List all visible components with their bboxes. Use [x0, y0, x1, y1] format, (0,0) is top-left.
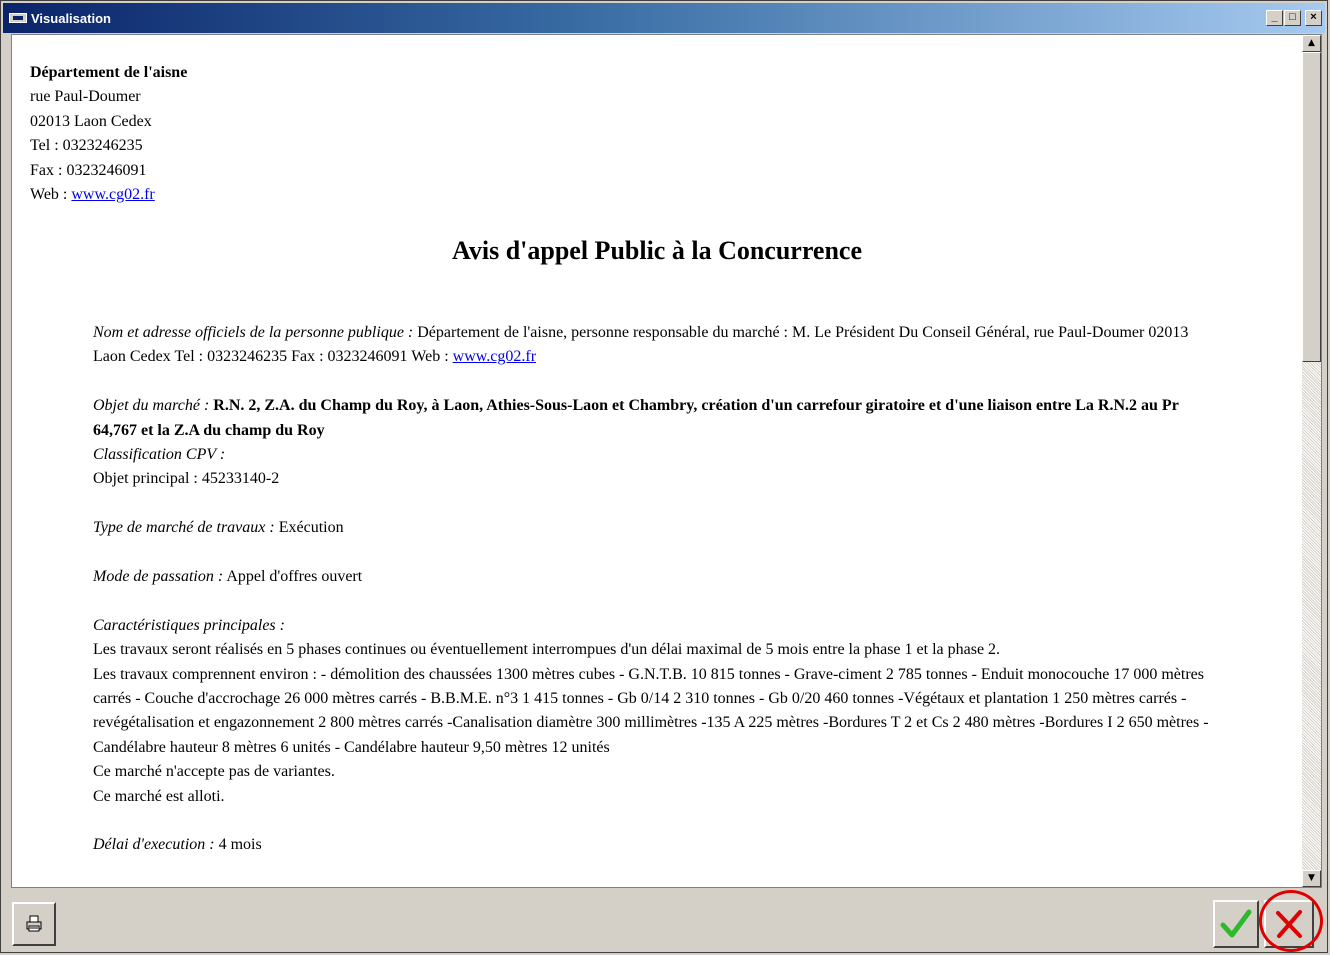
address-fax: Fax : 0323246091	[30, 161, 147, 179]
section-type-value: Exécution	[274, 519, 344, 537]
address-tel: Tel : 0323246235	[30, 137, 143, 155]
window-controls: _ □ ×	[1266, 10, 1322, 26]
address-web: Web : www.cg02.fr	[30, 183, 187, 207]
visualisation-window: Visualisation _ □ × Département de l'ais…	[0, 0, 1328, 953]
section-nom: Nom et adresse officiels de la personne …	[93, 321, 1218, 370]
address-web-label: Web :	[30, 186, 72, 204]
address-org: Département de l'aisne	[30, 64, 188, 81]
close-window-button[interactable]: ×	[1305, 10, 1322, 26]
print-button[interactable]	[12, 902, 56, 946]
cancel-x-icon	[1276, 910, 1302, 938]
document-body: Nom et adresse officiels de la personne …	[93, 321, 1218, 882]
section-caract-label: Caractéristiques principales :	[93, 616, 285, 634]
section-mode-label: Mode de passation :	[93, 568, 224, 586]
section-delai-value: 4 mois	[214, 836, 262, 854]
caract-line2: Les travaux comprennent environ : - démo…	[93, 665, 1209, 756]
vertical-scrollbar[interactable]: ▲ ▼	[1302, 35, 1321, 887]
section-objet: Objet du marché : R.N. 2, Z.A. du Champ …	[93, 394, 1218, 492]
cancel-button[interactable]	[1264, 900, 1314, 948]
printer-icon	[26, 915, 42, 932]
section-nom-link[interactable]: www.cg02.fr	[453, 348, 536, 365]
document-viewer[interactable]: Département de l'aisne rue Paul-Doumer 0…	[11, 34, 1322, 888]
document-content: Département de l'aisne rue Paul-Doumer 0…	[12, 35, 1302, 887]
scrollbar-thumb[interactable]	[1302, 52, 1321, 362]
window-title: Visualisation	[31, 10, 111, 26]
ok-button[interactable]	[1213, 900, 1259, 948]
section-delai: Délai d'execution : 4 mois	[93, 833, 1218, 857]
section-type-label: Type de marché de travaux :	[93, 519, 275, 537]
checkmark-icon	[1220, 909, 1252, 938]
title-bar[interactable]: Visualisation _ □ ×	[3, 3, 1325, 33]
minimize-button[interactable]: _	[1266, 10, 1283, 26]
caract-line1: Les travaux seront réalisés en 5 phases …	[93, 641, 1001, 659]
maximize-button[interactable]: □	[1284, 10, 1301, 26]
section-mode: Mode de passation : Appel d'offres ouver…	[93, 565, 1218, 589]
section-objet-label: Objet du marché :	[93, 397, 210, 415]
caract-line4: Ce marché est alloti.	[93, 787, 225, 805]
window-app-icon	[9, 13, 27, 23]
section-type: Type de marché de travaux : Exécution	[93, 516, 1218, 540]
address-web-link[interactable]: www.cg02.fr	[71, 186, 154, 203]
section-delai-label: Délai d'execution :	[93, 836, 215, 854]
document-title: Avis d'appel Public à la Concurrence	[452, 236, 862, 265]
section-caracteristiques: Caractéristiques principales : Les travau…	[93, 614, 1218, 809]
cpv-label: Classification CPV :	[93, 446, 226, 464]
sender-address: Département de l'aisne rue Paul-Doumer 0…	[30, 61, 187, 207]
cpv-value: Objet principal : 45233140-2	[93, 470, 280, 488]
address-city: 02013 Laon Cedex	[30, 112, 152, 130]
section-nom-label: Nom et adresse officiels de la personne …	[93, 324, 414, 341]
section-objet-text: R.N. 2, Z.A. du Champ du Roy, à Laon, At…	[93, 397, 1179, 439]
address-street: rue Paul-Doumer	[30, 88, 141, 106]
caract-line3: Ce marché n'accepte pas de variantes.	[93, 763, 335, 781]
scroll-up-icon[interactable]: ▲	[1302, 35, 1321, 52]
scroll-down-icon[interactable]: ▼	[1302, 870, 1321, 887]
section-mode-value: Appel d'offres ouvert	[223, 568, 363, 586]
